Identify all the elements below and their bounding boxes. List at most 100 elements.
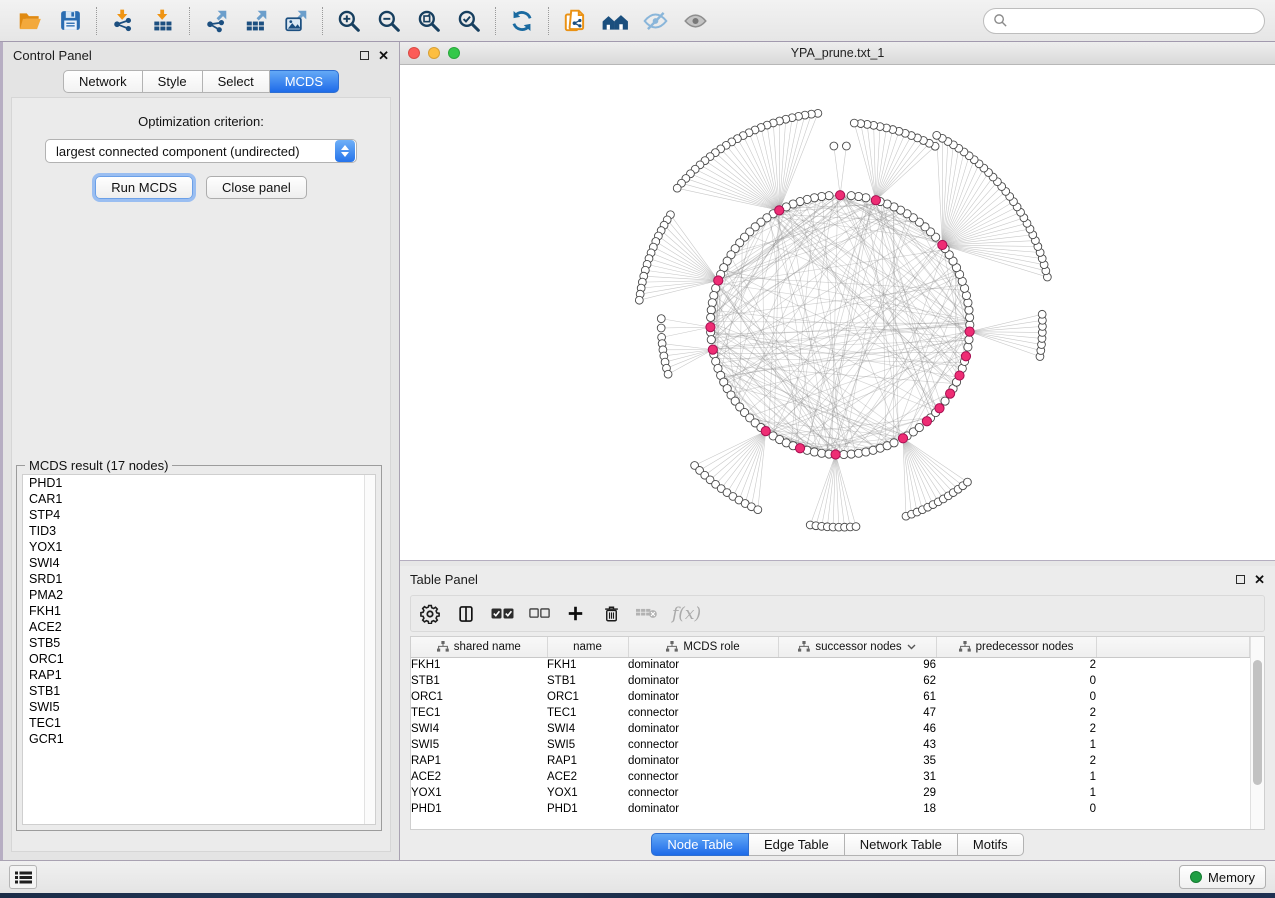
column-header[interactable]: shared name	[411, 637, 547, 657]
result-item[interactable]: GCR1	[23, 731, 375, 747]
show-all-button[interactable]	[675, 4, 715, 38]
column-header[interactable]: MCDS role	[628, 637, 778, 657]
table-cell[interactable]: 43	[778, 737, 936, 753]
result-item[interactable]: CAR1	[23, 491, 375, 507]
column-header[interactable]: name	[547, 637, 628, 657]
delete-column-button[interactable]	[600, 602, 622, 626]
table-row[interactable]: YOX1YOX1connector291	[411, 785, 1250, 801]
table-cell[interactable]: RAP1	[547, 753, 628, 769]
table-cell[interactable]: SWI4	[547, 721, 628, 737]
node-table[interactable]: shared namenameMCDS rolesuccessor nodesp…	[410, 636, 1265, 830]
table-cell[interactable]: 35	[778, 753, 936, 769]
import-network-button[interactable]	[103, 4, 143, 38]
table-cell[interactable]: 46	[778, 721, 936, 737]
select-all-checks-button[interactable]	[491, 602, 514, 626]
table-cell[interactable]: FKH1	[411, 657, 547, 673]
close-panel-button[interactable]: Close panel	[206, 176, 307, 199]
tab-mcds[interactable]: MCDS	[270, 70, 339, 93]
table-cell[interactable]: connector	[628, 705, 778, 721]
function-builder-button[interactable]: f(x)	[672, 602, 701, 626]
table-cell[interactable]: 29	[778, 785, 936, 801]
result-item[interactable]: ORC1	[23, 651, 375, 667]
search-field[interactable]	[983, 8, 1265, 34]
table-cell[interactable]: 0	[936, 801, 1096, 817]
export-table-button[interactable]	[236, 4, 276, 38]
table-cell[interactable]: 96	[778, 657, 936, 673]
table-cell[interactable]: PHD1	[547, 801, 628, 817]
table-cell[interactable]: STB1	[547, 673, 628, 689]
zoom-out-button[interactable]	[369, 4, 409, 38]
table-cell[interactable]: SWI5	[547, 737, 628, 753]
table-cell[interactable]: 2	[936, 705, 1096, 721]
table-row[interactable]: TEC1TEC1connector472	[411, 705, 1250, 721]
table-cell[interactable]: 62	[778, 673, 936, 689]
table-row[interactable]: ORC1ORC1dominator610	[411, 689, 1250, 705]
memory-button[interactable]: Memory	[1179, 865, 1266, 889]
table-cell[interactable]: 1	[936, 785, 1096, 801]
tab-motifs[interactable]: Motifs	[958, 833, 1024, 856]
table-cell[interactable]: ORC1	[547, 689, 628, 705]
table-cell[interactable]: ACE2	[411, 769, 547, 785]
table-row[interactable]: STB1STB1dominator620	[411, 673, 1250, 689]
table-row[interactable]: PHD1PHD1dominator180	[411, 801, 1250, 817]
table-cell[interactable]: 61	[778, 689, 936, 705]
search-input[interactable]	[1008, 14, 1255, 28]
table-cell[interactable]: 18	[778, 801, 936, 817]
table-row[interactable]: FKH1FKH1dominator962	[411, 657, 1250, 673]
table-cell[interactable]: 1	[936, 769, 1096, 785]
export-image-button[interactable]	[276, 4, 316, 38]
add-column-button[interactable]	[564, 602, 586, 626]
criterion-dropdown[interactable]: largest connected component (undirected)	[45, 139, 357, 163]
table-cell[interactable]: 0	[936, 689, 1096, 705]
mcds-result-list[interactable]: PHD1CAR1STP4TID3YOX1SWI4SRD1PMA2FKH1ACE2…	[22, 474, 376, 825]
table-cell[interactable]: RAP1	[411, 753, 547, 769]
tab-style[interactable]: Style	[143, 70, 203, 93]
result-item[interactable]: TEC1	[23, 715, 375, 731]
table-cell[interactable]: 2	[936, 721, 1096, 737]
table-settings-button[interactable]	[419, 602, 441, 626]
column-header[interactable]: successor nodes	[778, 637, 936, 657]
table-cell[interactable]: SWI5	[411, 737, 547, 753]
result-item[interactable]: RAP1	[23, 667, 375, 683]
close-panel-icon[interactable]: ✕	[378, 51, 389, 60]
result-item[interactable]: STB1	[23, 683, 375, 699]
result-item[interactable]: ACE2	[23, 619, 375, 635]
show-panels-button[interactable]	[9, 865, 37, 889]
tab-network-table[interactable]: Network Table	[845, 833, 958, 856]
run-mcds-button[interactable]: Run MCDS	[95, 176, 193, 199]
result-item[interactable]: TID3	[23, 523, 375, 539]
table-cell[interactable]: 31	[778, 769, 936, 785]
table-cell[interactable]: TEC1	[411, 705, 547, 721]
zoom-fit-button[interactable]	[409, 4, 449, 38]
table-cell[interactable]: ACE2	[547, 769, 628, 785]
table-scrollbar[interactable]	[1250, 637, 1264, 829]
table-row[interactable]: RAP1RAP1dominator352	[411, 753, 1250, 769]
table-cell[interactable]: connector	[628, 737, 778, 753]
table-cell[interactable]: 2	[936, 657, 1096, 673]
table-cell[interactable]: FKH1	[547, 657, 628, 673]
result-item[interactable]: SWI4	[23, 555, 375, 571]
save-session-button[interactable]	[50, 4, 90, 38]
table-cell[interactable]: dominator	[628, 689, 778, 705]
table-cell[interactable]: dominator	[628, 721, 778, 737]
result-item[interactable]: STB5	[23, 635, 375, 651]
tab-edge-table[interactable]: Edge Table	[749, 833, 845, 856]
table-cell[interactable]: YOX1	[547, 785, 628, 801]
zoom-selected-button[interactable]	[449, 4, 489, 38]
tab-node-table[interactable]: Node Table	[651, 833, 749, 856]
result-item[interactable]: YOX1	[23, 539, 375, 555]
table-cell[interactable]: 47	[778, 705, 936, 721]
refresh-layout-button[interactable]	[502, 4, 542, 38]
table-cell[interactable]: YOX1	[411, 785, 547, 801]
tab-network[interactable]: Network	[63, 70, 143, 93]
table-cell[interactable]: dominator	[628, 801, 778, 817]
tab-select[interactable]: Select	[203, 70, 270, 93]
zoom-in-button[interactable]	[329, 4, 369, 38]
export-network-button[interactable]	[196, 4, 236, 38]
clone-network-button[interactable]	[555, 4, 595, 38]
network-window-titlebar[interactable]: YPA_prune.txt_1	[400, 42, 1275, 65]
table-cell[interactable]: STB1	[411, 673, 547, 689]
delete-table-button[interactable]	[636, 602, 658, 626]
network-canvas[interactable]	[400, 65, 1275, 560]
float-panel-icon[interactable]	[1236, 575, 1245, 584]
